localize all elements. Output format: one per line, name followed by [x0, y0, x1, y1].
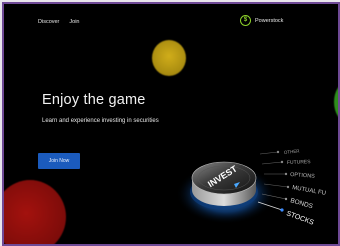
- hero-subtitle: Learn and experience investing in securi…: [42, 118, 159, 124]
- app-frame: Discover Join $ Powerstock Enjoy the gam…: [2, 2, 340, 246]
- dial-option: BONDS: [289, 197, 314, 210]
- yellow-circle-decoration: [152, 40, 186, 76]
- hero-title: Enjoy the game: [42, 92, 146, 108]
- dial-option: OTHER: [284, 148, 301, 155]
- join-now-button[interactable]: Join Now: [38, 153, 80, 169]
- dollar-coin-icon: $: [240, 15, 251, 26]
- dial-option: OPTIONS: [290, 172, 315, 180]
- brand-name: Powerstock: [255, 17, 284, 24]
- nav-discover[interactable]: Discover: [38, 19, 59, 25]
- dial-option: FUTURES: [287, 159, 311, 166]
- nav-join[interactable]: Join: [69, 19, 79, 25]
- dial-option: MUTUAL FU: [292, 185, 327, 197]
- red-circle-decoration: [4, 180, 66, 244]
- invest-dial-image: INVEST OTHER FUTURES OPTIONS MUTUAL FU B…: [176, 148, 327, 227]
- brand[interactable]: $ Powerstock: [240, 15, 283, 26]
- top-nav: Discover Join: [38, 19, 80, 25]
- green-circle-decoration: [334, 82, 338, 122]
- dial-option: STOCKS: [285, 210, 315, 226]
